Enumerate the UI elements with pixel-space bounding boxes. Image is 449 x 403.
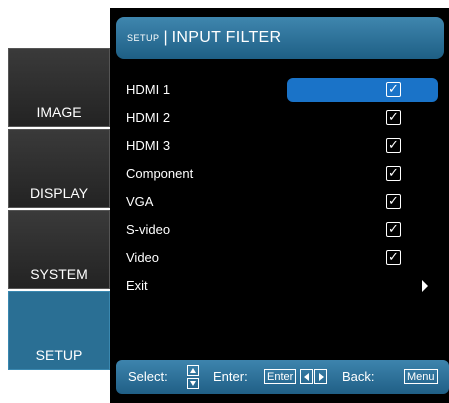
checkbox-checked-icon[interactable]: ✓: [386, 194, 401, 209]
sidebar-item-display[interactable]: DISPLAY: [8, 129, 110, 208]
menu-item-svideo[interactable]: S-video ✓: [110, 216, 449, 244]
menu-panel: SETUP | INPUT FILTER HDMI 1 ✓ HDMI 2 ✓ H…: [110, 8, 449, 403]
sidebar-item-image[interactable]: IMAGE: [8, 48, 110, 127]
back-label: Back:: [342, 369, 375, 384]
select-label: Select:: [128, 369, 168, 384]
enter-key: Enter: [264, 369, 297, 384]
menu-item-hdmi3[interactable]: HDMI 3 ✓: [110, 132, 449, 160]
menu-item-video[interactable]: Video ✓: [110, 244, 449, 272]
sidebar-item-system[interactable]: SYSTEM: [8, 210, 110, 289]
enter-label: Enter:: [213, 369, 248, 384]
menu-header: SETUP | INPUT FILTER: [116, 17, 444, 59]
menu-item-label: HDMI 3: [126, 138, 171, 153]
arrow-right-key-icon: [314, 369, 327, 384]
menu-item-label: HDMI 1: [126, 82, 171, 97]
menu-item-hdmi2[interactable]: HDMI 2 ✓: [110, 104, 449, 132]
checkbox-checked-icon[interactable]: ✓: [386, 250, 401, 265]
checkbox-checked-icon[interactable]: ✓: [386, 138, 401, 153]
menu-item-exit[interactable]: Exit: [110, 272, 449, 300]
menu-items: HDMI 1 ✓ HDMI 2 ✓ HDMI 3 ✓ Component ✓ V…: [110, 76, 449, 300]
sidebar-item-label: IMAGE: [36, 104, 82, 120]
checkbox-checked-icon[interactable]: ✓: [386, 110, 401, 125]
arrow-up-icon: [190, 368, 196, 373]
arrow-right-icon: [422, 280, 428, 292]
checkbox-checked-icon[interactable]: ✓: [386, 82, 401, 97]
menu-item-label: Exit: [126, 278, 148, 293]
checkbox-checked-icon[interactable]: ✓: [386, 222, 401, 237]
arrow-down-icon: [190, 381, 196, 386]
header-section: SETUP: [127, 33, 160, 43]
page-title: INPUT FILTER: [171, 29, 282, 46]
menu-item-label: Component: [126, 166, 194, 181]
menu-item-label: VGA: [126, 194, 154, 209]
sidebar-item-label: SYSTEM: [30, 266, 88, 282]
arrow-left-key-icon: [300, 369, 313, 384]
sidebar-item-label: DISPLAY: [29, 185, 89, 201]
menu-item-component[interactable]: Component ✓: [110, 160, 449, 188]
footer-help-bar: Select: Enter: Enter Back: Menu: [116, 360, 449, 394]
menu-item-hdmi1[interactable]: HDMI 1 ✓: [110, 76, 449, 104]
menu-item-label: S-video: [126, 222, 171, 237]
menu-item-label: HDMI 2: [126, 110, 171, 125]
menu-item-vga[interactable]: VGA ✓: [110, 188, 449, 216]
sidebar-item-label: SETUP: [35, 347, 83, 363]
selection-highlight: [287, 78, 438, 102]
menu-key: Menu: [404, 369, 438, 384]
header-separator: |: [163, 29, 168, 46]
sidebar: IMAGE DISPLAY SYSTEM SETUP: [8, 48, 110, 370]
checkbox-checked-icon[interactable]: ✓: [386, 166, 401, 181]
sidebar-item-setup[interactable]: SETUP: [8, 291, 110, 370]
menu-item-label: Video: [126, 250, 160, 265]
up-down-key-icon: [187, 365, 199, 389]
